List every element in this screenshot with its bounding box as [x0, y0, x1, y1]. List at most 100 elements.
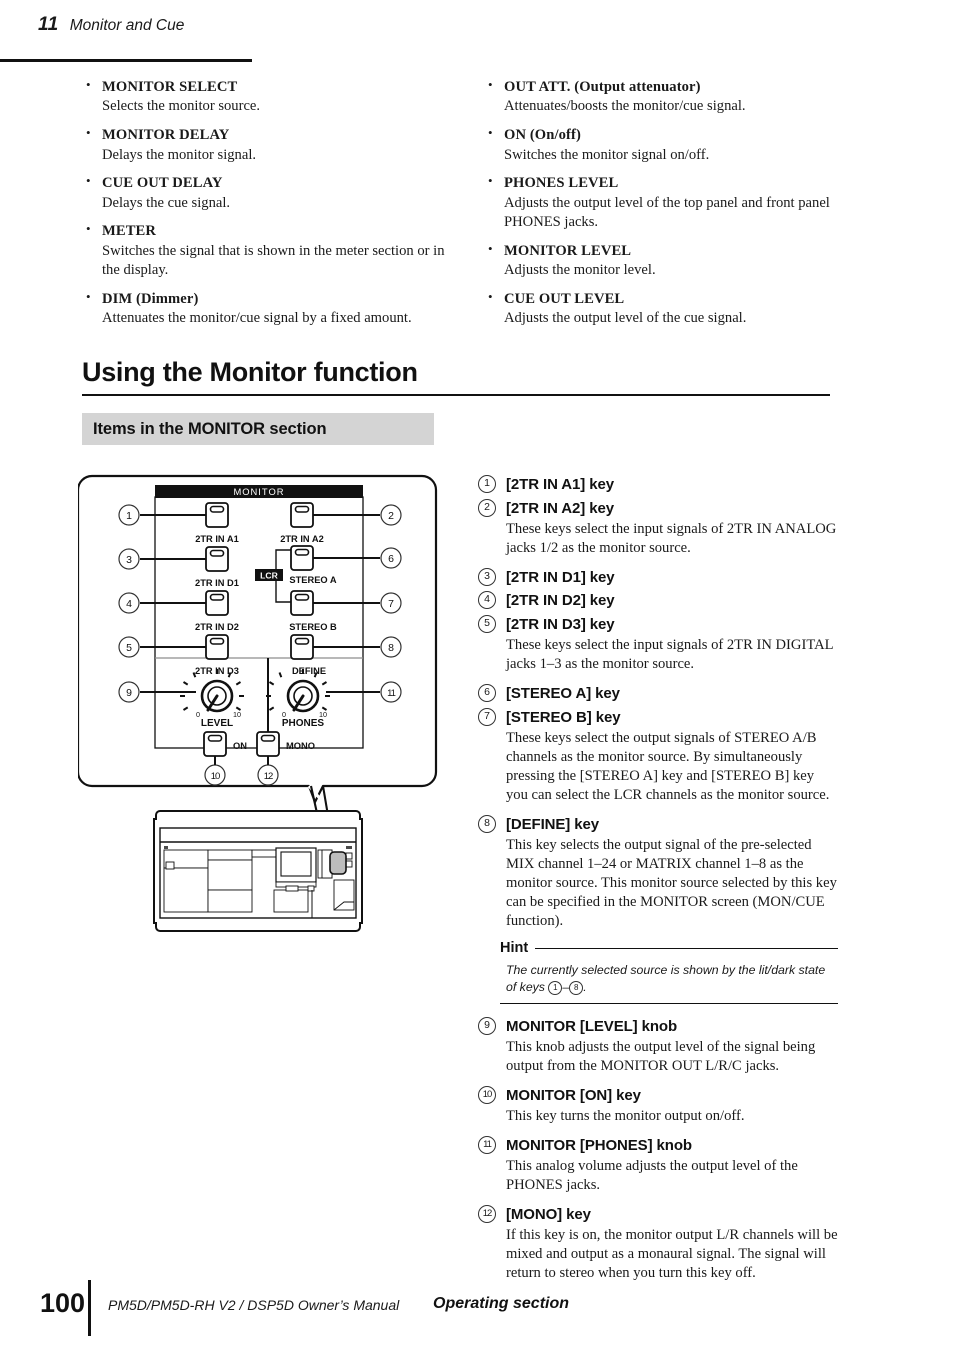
hint-key-dash: – [562, 980, 570, 995]
item-number-3: 3 [478, 567, 496, 586]
highlighted-monitor-region [329, 851, 347, 875]
bullet-term: CUE OUT DELAY [102, 175, 223, 192]
item-description: This knob adjusts the output level of th… [506, 1039, 816, 1075]
console-illustration [153, 810, 363, 932]
hint-bottom-rule [500, 1002, 838, 1005]
item-description: If this key is on, the monitor output L/… [506, 1227, 838, 1282]
callout-7: 7 [388, 598, 394, 610]
numbered-item: 11 MONITOR [PHONES] knob This analog volum… [478, 1135, 838, 1195]
key-label-on: ON [233, 741, 247, 751]
callout-4: 4 [126, 598, 132, 610]
sub-heading-bar: Items in the MONITOR section [82, 413, 434, 445]
hint-rule [535, 947, 838, 950]
bullet-description: Attenuates the monitor/cue signal by a f… [102, 310, 412, 327]
key-label-define: DEFINE [292, 666, 326, 676]
bullet-term: CUE OUT LEVEL [504, 290, 625, 307]
item-number-2: 2 [478, 498, 496, 517]
bullet-item: ON (On/off) Switches the monitor signal o… [484, 125, 864, 165]
bullet-term: PHONES LEVEL [504, 175, 619, 192]
numbered-item: 9 MONITOR [LEVEL] knob This knob adjusts t… [478, 1016, 838, 1076]
item-title: [2TR IN D2] key [506, 592, 615, 610]
item-title: [DEFINE] key [506, 816, 599, 834]
item-number-12: 12 [478, 1205, 496, 1224]
item-description: These keys select the input signals of 2… [506, 636, 833, 673]
bullet-description: Switches the signal that is shown in the… [102, 242, 445, 279]
bullet-term: MONITOR DELAY [102, 127, 230, 144]
lcr-badge-label: LCR [260, 571, 278, 581]
callout-2: 2 [388, 510, 394, 522]
hint-key-last: 8 [569, 981, 584, 996]
section-heading: Using the Monitor function [82, 357, 418, 387]
item-number-9: 9 [478, 1017, 496, 1036]
bullet-description: Adjusts the output level of the cue sign… [504, 310, 747, 327]
key-label-stereo-a: STEREO A [289, 575, 336, 585]
item-number-1: 1 [478, 475, 496, 493]
item-number-6: 6 [478, 684, 496, 703]
bullet-description: Adjusts the monitor level. [504, 262, 656, 279]
bullet-item: MONITOR DELAY Delays the monitor signal. [82, 125, 462, 165]
bullet-description: Selects the monitor source. [102, 98, 261, 115]
chapter-number: 11 [38, 14, 59, 35]
item-title: [STEREO A] key [506, 685, 620, 703]
knob-phones-label: PHONES [282, 718, 325, 729]
hint-label: Hint [500, 940, 529, 957]
numbered-item: 8 [DEFINE] key This key selects the output… [478, 814, 838, 931]
knob-level-min-tick: 0 [196, 710, 200, 719]
callout-10: 10 [211, 771, 220, 782]
item-title: MONITOR [PHONES] knob [506, 1137, 692, 1155]
item-description: These keys select the output signals of … [506, 729, 830, 804]
item-description: This analog volume adjusts the output le… [506, 1158, 798, 1194]
bullet-term: DIM (Dimmer) [102, 290, 199, 307]
callout-5: 5 [126, 642, 132, 654]
header-rule [0, 59, 252, 62]
page-footer: 100 PM5D/PM5D-RH V2 / DSP5D Owner’s Manu… [0, 1280, 954, 1336]
callout-12: 12 [264, 771, 273, 782]
bullet-item: MONITOR SELECT Selects the monitor source… [82, 77, 462, 117]
footer-section-label: Operating section [433, 1295, 570, 1312]
key-label-stereo-b: STEREO B [289, 622, 337, 632]
bullet-description: Adjusts the output level of the top pane… [504, 194, 830, 230]
bullet-item: MONITOR LEVEL Adjusts the monitor level. [484, 241, 864, 281]
numbered-item: 1 [2TR IN A1] key [478, 474, 838, 496]
item-number-5: 5 [478, 615, 496, 634]
numbered-item-list: 1 [2TR IN A1] key 2 [2TR IN A2] key These ke… [478, 474, 838, 1292]
numbered-item: 7 [STEREO B] key These keys select the out… [478, 707, 838, 805]
item-title: [2TR IN A2] key [506, 499, 614, 517]
manual-title: PM5D/PM5D-RH V2 / DSP5D Owner’s Manual [108, 1297, 400, 1313]
section-heading-rule [82, 393, 830, 397]
bullet-item: OUT ATT. (Output attenuator) Attenuates/b… [484, 77, 864, 117]
item-number-8: 8 [478, 815, 496, 834]
bullet-term: ON (On/off) [504, 127, 581, 144]
knob-level-label: LEVEL [201, 718, 233, 729]
bullet-term: MONITOR SELECT [102, 79, 238, 95]
bullet-term: MONITOR LEVEL [504, 242, 632, 259]
callout-6: 6 [388, 553, 394, 565]
bullet-term: METER [102, 223, 157, 240]
bullet-item: DIM (Dimmer) Attenuates the monitor/cue s… [82, 289, 462, 329]
footer-divider [88, 1280, 91, 1336]
item-title: MONITOR [LEVEL] knob [506, 1018, 678, 1036]
callout-9: 9 [126, 687, 132, 699]
bullet-column-left: MONITOR SELECT Selects the monitor source… [82, 77, 462, 338]
numbered-item: 6 [STEREO A] key [478, 683, 838, 705]
bullet-description: Delays the cue signal. [102, 194, 231, 211]
item-title: [2TR IN D3] key [506, 616, 615, 634]
hint-text-after: . [583, 980, 587, 995]
key-label-2tr-in-d2: 2TR IN D2 [195, 622, 239, 632]
hint-header: Hint [500, 940, 838, 956]
hint-box: Hint The currently selected source is sho… [500, 940, 838, 1005]
numbered-item: 12 [MONO] key If this key is on, the monit… [478, 1204, 838, 1283]
page-number: 100 [40, 1288, 86, 1318]
callout-1: 1 [126, 510, 132, 522]
knob-level-max-tick: 10 [233, 710, 241, 719]
hint-text: The currently selected source is shown b… [506, 962, 838, 996]
sub-heading-text: Items in the MONITOR section [93, 419, 327, 438]
bullet-description: Delays the monitor signal. [102, 146, 257, 163]
bullet-description: Switches the monitor signal on/off. [504, 146, 710, 163]
item-number-4: 4 [478, 591, 496, 610]
item-title: MONITOR [ON] key [506, 1087, 641, 1105]
item-number-10: 10 [478, 1086, 496, 1105]
bullet-item: CUE OUT LEVEL Adjusts the output level of… [484, 289, 864, 329]
key-label-2tr-in-a2: 2TR IN A2 [280, 534, 324, 544]
manual-page: 11 Monitor and Cue MONITOR SELECTSelects… [0, 0, 954, 1351]
